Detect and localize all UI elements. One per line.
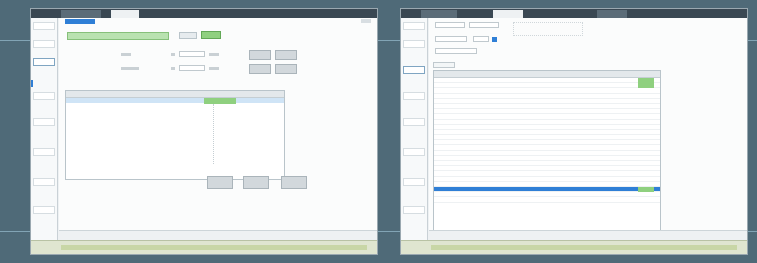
sidebar xyxy=(31,18,58,240)
status-bar xyxy=(31,240,377,254)
window-tab[interactable] xyxy=(421,10,457,18)
status-bar-strip xyxy=(61,245,367,250)
tree-status-column xyxy=(213,104,225,164)
side-button-2[interactable] xyxy=(275,50,297,60)
search-icon[interactable] xyxy=(492,37,497,42)
main-content xyxy=(59,18,377,230)
sidebar-item[interactable] xyxy=(33,118,55,126)
horizontal-scrollbar[interactable] xyxy=(59,230,377,240)
table-body xyxy=(434,78,660,203)
message-bar xyxy=(67,32,169,40)
sidebar-item[interactable] xyxy=(403,92,425,100)
tree-row[interactable] xyxy=(66,163,284,168)
header-info-block xyxy=(513,22,583,36)
status-bar xyxy=(401,240,747,254)
table-row[interactable] xyxy=(434,197,660,203)
form-label-b xyxy=(121,67,139,70)
status-bar-strip xyxy=(431,245,737,250)
form-value-a[interactable] xyxy=(179,51,205,57)
sidebar-item[interactable] xyxy=(33,40,55,48)
sidebar-item[interactable] xyxy=(403,118,425,126)
toolbar-button[interactable] xyxy=(179,32,197,39)
action-button-3[interactable] xyxy=(281,176,307,189)
sidebar-selection-marker xyxy=(31,80,33,87)
left-app-window xyxy=(30,8,378,255)
form-unit-b xyxy=(209,67,219,70)
tree-panel xyxy=(65,90,285,180)
sidebar-item[interactable] xyxy=(403,40,425,48)
window-tab-active[interactable] xyxy=(493,10,523,18)
sidebar-item[interactable] xyxy=(33,178,55,186)
sidebar-item-selected[interactable] xyxy=(33,58,55,66)
side-button-1[interactable] xyxy=(249,50,271,60)
header-field-2[interactable] xyxy=(469,22,499,28)
horizontal-scrollbar[interactable] xyxy=(429,230,747,240)
header-field-3[interactable] xyxy=(435,36,467,42)
form-value-b[interactable] xyxy=(179,65,205,71)
confirm-button[interactable] xyxy=(201,31,221,39)
sidebar-item[interactable] xyxy=(33,148,55,156)
title-bar xyxy=(31,9,377,18)
table-header xyxy=(434,71,660,78)
side-button-3[interactable] xyxy=(249,64,271,74)
sidebar-item[interactable] xyxy=(33,92,55,100)
window-tab-active[interactable] xyxy=(111,10,139,18)
sidebar-item-selected[interactable] xyxy=(403,66,425,74)
header-field-4[interactable] xyxy=(473,36,489,42)
form-separator-b xyxy=(171,67,175,70)
sidebar-item[interactable] xyxy=(33,22,55,30)
action-button-2[interactable] xyxy=(243,176,269,189)
tab-main[interactable] xyxy=(433,62,455,68)
data-table xyxy=(433,70,661,230)
sidebar-item[interactable] xyxy=(403,206,425,214)
header-field-5[interactable] xyxy=(435,48,477,54)
form-separator-a xyxy=(171,53,175,56)
title-bar xyxy=(401,9,747,18)
tree-panel-header xyxy=(66,91,284,98)
sidebar-item[interactable] xyxy=(33,206,55,214)
main-content xyxy=(429,18,747,230)
sidebar-item[interactable] xyxy=(403,178,425,186)
right-app-window xyxy=(400,8,748,255)
breadcrumb-active[interactable] xyxy=(65,19,95,24)
close-icon[interactable] xyxy=(361,19,371,23)
sidebar-item[interactable] xyxy=(403,22,425,30)
window-tab[interactable] xyxy=(61,10,101,18)
sidebar xyxy=(401,18,428,240)
side-button-4[interactable] xyxy=(275,64,297,74)
form-unit-a xyxy=(209,53,219,56)
window-tab[interactable] xyxy=(597,10,627,18)
action-button-1[interactable] xyxy=(207,176,233,189)
sidebar-item[interactable] xyxy=(403,148,425,156)
header-field-1[interactable] xyxy=(435,22,465,28)
form-label-a xyxy=(121,53,131,56)
